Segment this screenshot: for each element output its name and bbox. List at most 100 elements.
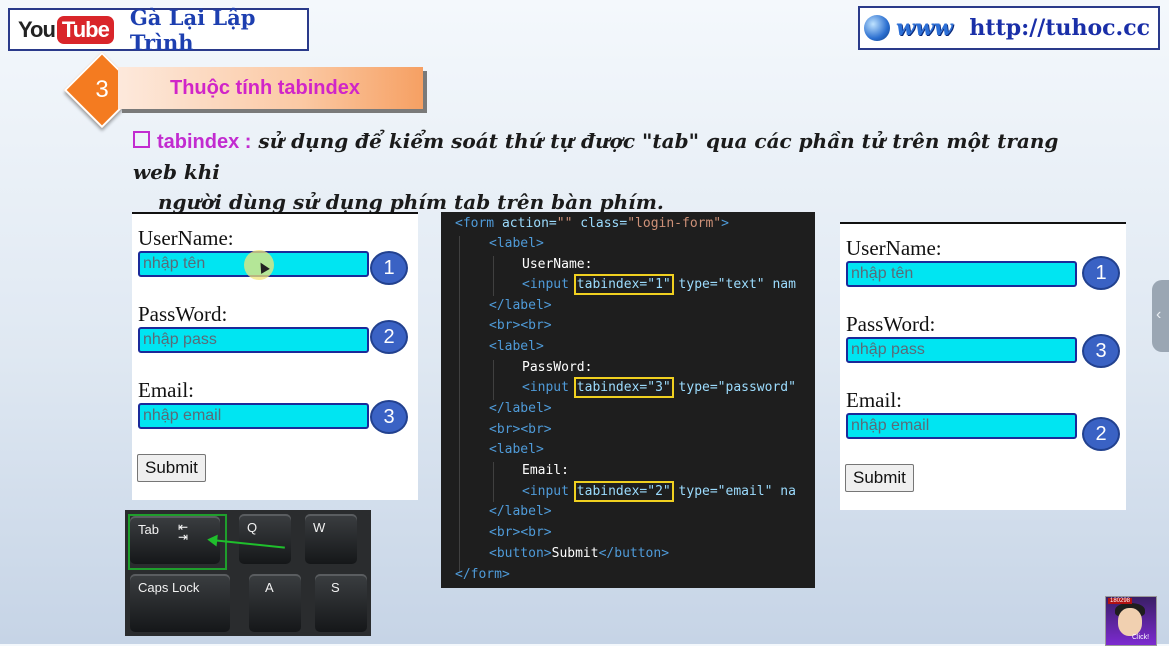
code-token: "login-form" bbox=[627, 216, 722, 231]
code-line: </label> bbox=[489, 296, 552, 316]
code-token: <br> bbox=[520, 422, 552, 437]
password-input[interactable]: nhập pass bbox=[846, 337, 1077, 363]
email-label: Email: bbox=[846, 388, 902, 412]
code-line: UserName: bbox=[522, 255, 592, 275]
code-token: type="text" nam bbox=[670, 277, 796, 292]
code-token: </label> bbox=[489, 298, 552, 313]
checkbox-bullet-icon bbox=[133, 131, 150, 148]
tab-order-number: 1 bbox=[1082, 256, 1120, 290]
username-label: UserName: bbox=[846, 236, 942, 260]
code-token: class= bbox=[572, 216, 628, 231]
code-line: <br><br> bbox=[489, 523, 552, 543]
section-title: Thuộc tính tabindex bbox=[170, 76, 360, 99]
s-key-label: S bbox=[331, 580, 340, 595]
tab-order-number: 3 bbox=[1082, 334, 1120, 368]
tabindex-highlight: tabindex="1" bbox=[573, 274, 674, 295]
code-token: <label> bbox=[489, 339, 544, 354]
code-token: <br> bbox=[520, 318, 552, 333]
code-token: </button> bbox=[598, 546, 670, 561]
avatar-label: Click! bbox=[1132, 634, 1150, 641]
caps-lock-key-label: Caps Lock bbox=[138, 580, 200, 595]
code-line: <form action="" class="login-form"> bbox=[455, 214, 729, 234]
code-line: <label> bbox=[489, 234, 544, 254]
website-banner: www http://tuhoc.cc bbox=[858, 6, 1160, 50]
code-token: <input bbox=[522, 277, 569, 292]
code-token: <br> bbox=[489, 318, 521, 333]
avatar-count: 180298 bbox=[1108, 598, 1133, 604]
code-token: <br> bbox=[489, 525, 521, 540]
code-token: UserName: bbox=[522, 257, 593, 272]
code-token: <input bbox=[522, 380, 569, 395]
description-line-1: tabindex : sử dụng để kiểm soát thứ tự đ… bbox=[133, 126, 1093, 187]
code-token: Email: bbox=[522, 463, 569, 478]
form-preview-custom-order: UserName: nhập tên 1 PassWord: nhập pass… bbox=[840, 222, 1126, 510]
code-token: <label> bbox=[489, 442, 544, 457]
w-key-label: W bbox=[313, 520, 326, 535]
chevron-left-icon[interactable]: ‹ bbox=[1156, 306, 1161, 324]
code-token: </label> bbox=[489, 504, 552, 519]
code-token: </form> bbox=[455, 567, 510, 582]
globe-icon bbox=[864, 15, 890, 41]
tab-order-number: 1 bbox=[370, 251, 408, 285]
email-input[interactable]: nhập email bbox=[846, 413, 1077, 439]
tab-order-number: 3 bbox=[370, 400, 408, 434]
code-line: </label> bbox=[489, 502, 552, 522]
code-token: PassWord: bbox=[522, 360, 593, 375]
tabindex-highlight: tabindex="2" bbox=[573, 481, 674, 502]
keyboard-photo: Tab ⇤ ⇥ Q W Caps Lock A S bbox=[125, 510, 371, 636]
a-key-label: A bbox=[265, 580, 274, 595]
code-line: Email: bbox=[522, 461, 569, 481]
indent-guide bbox=[493, 462, 494, 502]
code-line: <label> bbox=[489, 440, 544, 460]
code-token: "" bbox=[556, 216, 573, 231]
q-key: Q bbox=[239, 514, 291, 564]
code-token: action= bbox=[494, 216, 557, 231]
password-label: PassWord: bbox=[138, 302, 228, 326]
code-token: Submit bbox=[551, 546, 599, 561]
password-input[interactable]: nhập pass bbox=[138, 327, 369, 353]
youtube-logo-you: You bbox=[18, 16, 56, 42]
submit-button[interactable]: Submit bbox=[845, 464, 914, 492]
caps-lock-key: Caps Lock bbox=[130, 574, 230, 632]
code-line: </form> bbox=[455, 565, 510, 585]
description-term: tabindex : bbox=[157, 131, 252, 153]
username-input[interactable]: nhập tên bbox=[846, 261, 1077, 287]
description-text-1: sử dụng để kiểm soát thứ tự được "tab" q… bbox=[133, 129, 1059, 184]
code-line: <label> bbox=[489, 337, 544, 357]
indent-guide bbox=[459, 236, 460, 572]
code-line: <input tabindex="1" type="text" nam bbox=[522, 274, 796, 295]
section-title-bar: Thuộc tính tabindex bbox=[118, 67, 423, 109]
description: tabindex : sử dụng để kiểm soát thứ tự đ… bbox=[133, 126, 1093, 217]
channel-name: Gà Lại Lập Trình bbox=[129, 4, 256, 55]
username-label: UserName: bbox=[138, 226, 234, 250]
code-line: </label> bbox=[489, 399, 552, 419]
indent-guide bbox=[493, 256, 494, 296]
code-line: <input tabindex="2" type="email" na bbox=[522, 481, 796, 502]
code-token: <br> bbox=[489, 422, 521, 437]
code-line: <br><br> bbox=[489, 316, 552, 336]
youtube-logo: You Tube bbox=[18, 15, 114, 44]
www-logo: www bbox=[896, 15, 953, 41]
code-token: > bbox=[721, 216, 729, 231]
tab-order-number: 2 bbox=[1082, 417, 1120, 451]
q-key-label: Q bbox=[247, 520, 258, 535]
code-token: <input bbox=[522, 484, 569, 499]
w-key: W bbox=[305, 514, 357, 564]
code-token: type="email" na bbox=[670, 484, 796, 499]
code-token: <br> bbox=[520, 525, 552, 540]
youtube-channel-banner: You Tube Gà Lại Lập Trình bbox=[8, 5, 309, 55]
email-input[interactable]: nhập email bbox=[138, 403, 369, 429]
code-editor: <form action="" class="login-form"> <lab… bbox=[441, 212, 815, 588]
website-url: http://tuhoc.cc bbox=[969, 15, 1150, 41]
youtube-logo-tube: Tube bbox=[56, 15, 114, 44]
submit-button[interactable]: Submit bbox=[137, 454, 206, 482]
email-label: Email: bbox=[138, 378, 194, 402]
code-line: <br><br> bbox=[489, 420, 552, 440]
indent-guide bbox=[493, 360, 494, 400]
form-preview-default-order: UserName: nhập tên 1 PassWord: nhập pass… bbox=[132, 212, 418, 500]
avatar-face bbox=[1118, 608, 1142, 636]
s-key: S bbox=[315, 574, 367, 632]
code-line: <input tabindex="3" type="password" bbox=[522, 377, 796, 398]
code-line: PassWord: bbox=[522, 358, 592, 378]
code-token: <button> bbox=[489, 546, 552, 561]
